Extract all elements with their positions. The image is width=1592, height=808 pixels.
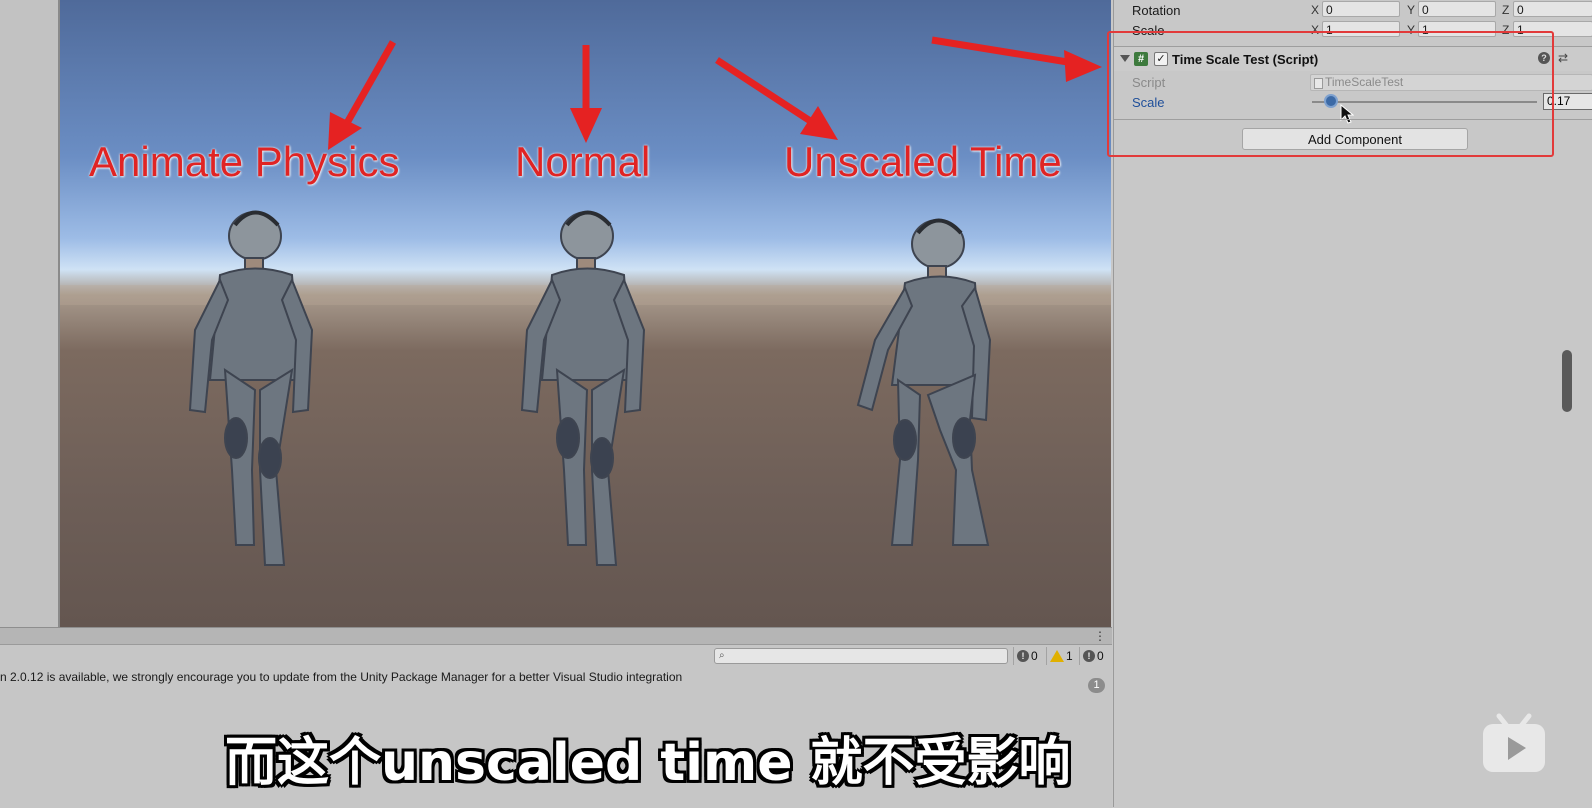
rotation-z-field[interactable]: 0 <box>1513 1 1592 17</box>
warning-count: 1 <box>1066 649 1073 663</box>
label-normal: Normal <box>515 138 651 185</box>
scene-view[interactable]: Animate Physics Normal Unscaled Time <box>60 0 1111 627</box>
left-panel-strip <box>0 0 60 627</box>
annotation-arrows <box>328 36 1081 150</box>
warning-count-toggle[interactable]: 1 <box>1046 647 1073 665</box>
info-count-toggle[interactable]: ! 0 <box>1079 647 1104 665</box>
console-tab-bar: ⋮ <box>0 628 1112 645</box>
arrow-animate-physics <box>339 40 397 132</box>
scrollbar-handle[interactable] <box>1562 350 1572 412</box>
scale-slider-track[interactable] <box>1312 101 1537 103</box>
scale-x-label: X <box>1311 23 1320 37</box>
arrow-inspector <box>931 36 1081 68</box>
label-animate-physics: Animate Physics <box>89 138 400 185</box>
scale-label: Scale <box>1132 23 1165 38</box>
foldout-arrow-icon[interactable] <box>1120 55 1130 62</box>
rotation-x-label: X <box>1311 3 1320 17</box>
arrow-inspector-head <box>1064 50 1102 82</box>
console-search-input[interactable]: ⌕ <box>714 648 1008 664</box>
info-count: 0 <box>1097 649 1104 663</box>
search-icon: ⌕ <box>719 650 725 661</box>
scale-row: Scale X 1 Y 1 Z 1 <box>1114 20 1592 40</box>
scale-x-field[interactable]: 1 <box>1322 21 1400 37</box>
help-icon[interactable]: ? <box>1538 52 1550 64</box>
script-hash-icon: # <box>1134 52 1148 66</box>
scale-y-field[interactable]: 1 <box>1418 21 1496 37</box>
script-label: Script <box>1132 75 1166 90</box>
mouse-cursor-icon <box>1340 104 1354 124</box>
info-icon: ! <box>1083 650 1095 662</box>
rotation-label: Rotation <box>1132 3 1181 18</box>
rotation-x-field[interactable]: 0 <box>1322 1 1400 17</box>
script-value: TimeScaleTest <box>1325 75 1404 89</box>
more-options-icon[interactable]: ⋮ <box>1094 629 1106 643</box>
rotation-z-label: Z <box>1502 3 1510 17</box>
scale-z-label: Z <box>1502 23 1510 37</box>
character-unscaled-time <box>856 218 992 546</box>
script-object-field[interactable]: TimeScaleTest <box>1310 74 1592 91</box>
character-normal <box>520 210 646 566</box>
add-component-button[interactable]: Add Component <box>1242 128 1468 150</box>
label-unscaled-time: Unscaled Time <box>784 138 1062 185</box>
rotation-row: Rotation X 0 Y 0 Z 0 <box>1114 0 1592 20</box>
scale-y-label: Y <box>1407 23 1416 37</box>
scale-slider-label: Scale <box>1132 95 1165 110</box>
rotation-y-field[interactable]: 0 <box>1418 1 1496 17</box>
console-message[interactable]: n 2.0.12 is available, we strongly encou… <box>0 670 682 684</box>
error-icon: ! <box>1017 650 1029 662</box>
component-header[interactable]: # ✓ Time Scale Test (Script) ? ⇄ <box>1114 46 1592 71</box>
inspector-panel: Rotation X 0 Y 0 Z 0 Scale X 1 Y 1 Z 1 #… <box>1107 0 1592 807</box>
warning-icon <box>1050 650 1064 662</box>
component-separator <box>1114 119 1592 120</box>
scale-z-field[interactable]: 1 <box>1513 21 1592 37</box>
scene-illustration <box>60 36 1111 566</box>
message-count-badge: 1 <box>1088 678 1105 693</box>
script-file-icon <box>1314 78 1323 89</box>
character-animate-physics <box>188 210 314 566</box>
rotation-y-label: Y <box>1407 3 1416 17</box>
video-subtitle: 而这个unscaled time 就不受影响 <box>225 733 1071 793</box>
error-count: 0 <box>1031 649 1038 663</box>
error-count-toggle[interactable]: ! 0 <box>1013 647 1038 665</box>
component-enabled-checkbox[interactable]: ✓ <box>1154 52 1168 66</box>
preset-settings-icon[interactable]: ⇄ <box>1558 51 1568 65</box>
component-title: Time Scale Test (Script) <box>1172 52 1319 67</box>
scale-value-field[interactable]: 0.17 <box>1543 93 1592 110</box>
video-platform-logo-icon <box>1483 713 1545 772</box>
arrow-unscaled-time <box>715 57 820 129</box>
